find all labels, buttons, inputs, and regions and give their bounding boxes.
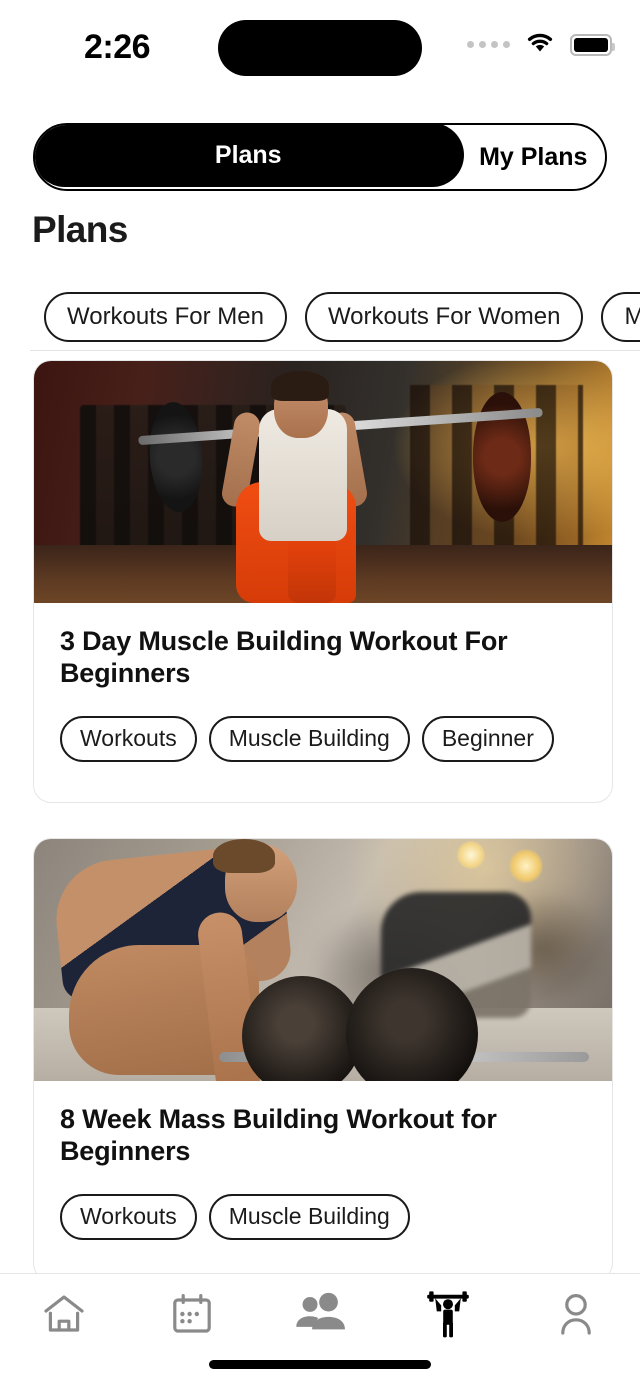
- plans-segmented-control[interactable]: Plans My Plans: [33, 123, 607, 191]
- plan-tag[interactable]: Muscle Building: [208, 1193, 410, 1240]
- filter-chip-muscle-building[interactable]: Mus: [601, 292, 640, 342]
- plan-card-tags: Workouts Muscle Building: [60, 1193, 586, 1240]
- plan-card-image: [34, 839, 612, 1081]
- filter-chips-scroller[interactable]: Workouts For Men Workouts For Women Mus: [0, 291, 640, 343]
- battery-full-icon: [570, 33, 615, 56]
- home-indicator: [209, 1360, 431, 1369]
- plan-tag[interactable]: Muscle Building: [208, 715, 410, 762]
- plan-card-tags: Workouts Muscle Building Beginner: [60, 715, 586, 762]
- nav-item-home[interactable]: [0, 1288, 128, 1344]
- bottom-navigation-bar[interactable]: [0, 1273, 640, 1387]
- plan-card[interactable]: 8 Week Mass Building Workout for Beginne…: [33, 838, 613, 1281]
- nav-item-profile[interactable]: [512, 1288, 640, 1344]
- status-bar: 2:26: [0, 0, 640, 95]
- plan-tag[interactable]: Workouts: [60, 715, 197, 762]
- nav-item-workouts[interactable]: [384, 1288, 512, 1344]
- filter-chip-workouts-for-men[interactable]: Workouts For Men: [44, 292, 287, 342]
- filter-chip-workouts-for-women[interactable]: Workouts For Women: [304, 292, 584, 342]
- plan-tag[interactable]: Workouts: [60, 1193, 197, 1240]
- signal-dots-icon: [467, 41, 510, 48]
- wifi-icon: [524, 30, 556, 59]
- plan-card[interactable]: 3 Day Muscle Building Workout For Beginn…: [33, 360, 613, 803]
- status-time: 2:26: [84, 28, 151, 66]
- weightlifter-icon: [422, 1289, 474, 1344]
- profile-icon: [551, 1290, 601, 1343]
- calendar-icon: [168, 1290, 216, 1343]
- plan-tag[interactable]: Beginner: [421, 715, 554, 762]
- tab-my-plans[interactable]: My Plans: [462, 125, 606, 189]
- tab-plans[interactable]: Plans: [35, 125, 464, 187]
- plan-card-title: 3 Day Muscle Building Workout For Beginn…: [60, 626, 508, 689]
- home-icon: [38, 1290, 90, 1343]
- header-divider: [30, 350, 640, 351]
- status-indicators: [467, 30, 615, 59]
- plan-card-image: [34, 361, 612, 603]
- plan-card-title: 8 Week Mass Building Workout for Beginne…: [60, 1104, 497, 1167]
- people-icon: [293, 1290, 347, 1343]
- nav-item-community[interactable]: [256, 1288, 384, 1344]
- nav-item-calendar[interactable]: [128, 1288, 256, 1344]
- dynamic-island: [218, 20, 422, 76]
- page-title: Plans: [32, 209, 128, 250]
